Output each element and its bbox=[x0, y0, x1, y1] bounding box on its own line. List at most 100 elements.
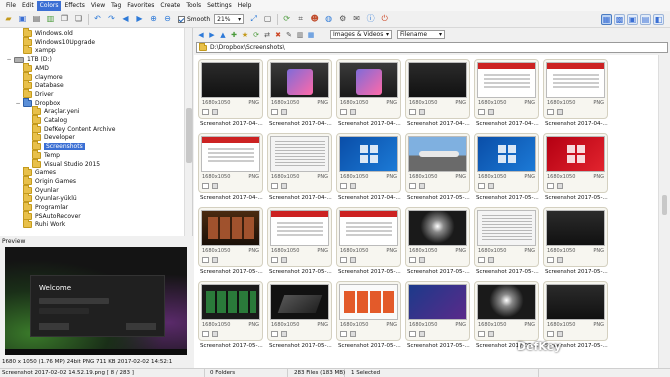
thumbnail-tile[interactable]: 1680x1050 PNG bbox=[543, 207, 608, 267]
image-view-icon[interactable]: ▣ bbox=[627, 14, 638, 25]
thumbnail-tile[interactable]: 1680x1050 PNG bbox=[405, 59, 470, 119]
globe-icon[interactable]: ◍ bbox=[323, 14, 334, 25]
zoom-select[interactable]: 21% ▾ bbox=[214, 14, 245, 24]
thumbnail-tile[interactable]: 1680x1050 PNG bbox=[543, 59, 608, 119]
thumbnail-tile[interactable]: 1680x1050 PNG bbox=[198, 281, 263, 341]
tree-item[interactable]: Games bbox=[15, 167, 56, 177]
email-icon[interactable]: ✉ bbox=[351, 14, 362, 25]
thumbnail-tile[interactable]: 1680x1050 PNG bbox=[267, 281, 332, 341]
tree-item[interactable]: Oyunlar bbox=[15, 184, 59, 195]
collapse-icon[interactable]: − bbox=[15, 100, 21, 107]
forward-icon[interactable]: ▶ bbox=[208, 31, 216, 39]
thumbnail-tile[interactable]: 1680x1050 PNG bbox=[474, 133, 539, 193]
thumbnail-tile[interactable]: 1680x1050 PNG bbox=[474, 59, 539, 119]
menu-edit[interactable]: Edit bbox=[19, 1, 37, 11]
back-icon[interactable]: ◀ bbox=[197, 31, 205, 39]
thumbnail-tile[interactable]: 1680x1050 PNG bbox=[336, 133, 401, 193]
grid-scrollbar-thumb[interactable] bbox=[662, 195, 667, 215]
thumbnail-tile[interactable]: 1680x1050 PNG bbox=[405, 133, 470, 193]
smooth-checkbox[interactable] bbox=[178, 15, 185, 23]
thumbnail-tile[interactable]: 1680x1050 PNG bbox=[405, 281, 470, 341]
menu-tag[interactable]: Tag bbox=[108, 1, 124, 11]
thumbnail-tile[interactable]: 1680x1050 PNG bbox=[405, 207, 470, 267]
tree-scrollbar-thumb[interactable] bbox=[186, 108, 192, 163]
paste-icon[interactable]: ❏ bbox=[73, 14, 84, 25]
batch-icon[interactable]: ▥ bbox=[296, 31, 304, 39]
thumbnail-tile[interactable]: 1680x1050 PNG bbox=[267, 133, 332, 193]
chevron-down-icon: ▾ bbox=[385, 31, 389, 38]
menu-effects[interactable]: Effects bbox=[61, 1, 87, 11]
rename-icon[interactable]: ✎ bbox=[285, 31, 293, 39]
thumbnail-tile[interactable]: 1680x1050 PNG bbox=[336, 59, 401, 119]
thumbnail-meta: 1680x1050 PNG bbox=[409, 174, 466, 181]
thumbnail-tile[interactable]: 1680x1050 PNG bbox=[474, 281, 539, 341]
tree-item[interactable]: Ruhi Work bbox=[15, 219, 65, 229]
up-icon[interactable]: ▲ bbox=[219, 31, 227, 39]
move-icon[interactable]: ⇄ bbox=[263, 31, 271, 39]
previous-icon[interactable]: ◀ bbox=[120, 14, 131, 25]
path-bar[interactable]: D:\Dropbox\Screenshots\ bbox=[196, 42, 668, 53]
thumbnail-tile[interactable]: 1680x1050 PNG bbox=[267, 59, 332, 119]
thumbnail-caption: Screenshot 2017-04-... bbox=[407, 121, 470, 127]
thumbnail-tile[interactable]: 1680x1050 PNG bbox=[198, 133, 263, 193]
favorite-icon[interactable]: ★ bbox=[241, 31, 249, 39]
exit-icon[interactable]: ⏻ bbox=[379, 14, 390, 25]
menu-view[interactable]: View bbox=[88, 1, 108, 11]
menu-colors[interactable]: Colors bbox=[36, 0, 62, 11]
save-icon[interactable]: ▣ bbox=[17, 14, 28, 25]
scan-icon[interactable]: ▥ bbox=[45, 14, 56, 25]
refresh-icon[interactable]: ⟳ bbox=[252, 31, 260, 39]
next-icon[interactable]: ▶ bbox=[134, 14, 145, 25]
thumbnail-view-icon[interactable]: ▩ bbox=[614, 14, 625, 25]
print-icon[interactable]: ▤ bbox=[31, 14, 42, 25]
tree-item-label: Programlar bbox=[35, 204, 69, 211]
thumbnail-tile[interactable]: 1680x1050 PNG bbox=[336, 207, 401, 267]
thumbnail-tile[interactable]: 1680x1050 PNG bbox=[198, 207, 263, 267]
menu-help[interactable]: Help bbox=[235, 1, 255, 11]
sort-select[interactable]: Filename ▾ bbox=[397, 30, 445, 39]
tree-item[interactable]: Catalog bbox=[24, 115, 67, 125]
fullscreen-icon[interactable]: ▢ bbox=[262, 14, 273, 25]
slideshow-icon[interactable]: ▤ bbox=[640, 14, 651, 25]
zoom-out-icon[interactable]: ⊖ bbox=[162, 14, 173, 25]
open-icon[interactable]: ▰ bbox=[3, 14, 14, 25]
tree-item[interactable]: Driver bbox=[15, 88, 53, 99]
view-options-icon[interactable]: ▦ bbox=[307, 31, 315, 39]
crop-icon[interactable]: ⌗ bbox=[295, 14, 306, 25]
smooth-toggle[interactable]: Smooth bbox=[178, 15, 210, 23]
fit-icon[interactable]: ⤢ bbox=[248, 14, 259, 25]
delete-icon[interactable]: ✖ bbox=[274, 31, 282, 39]
tree-item[interactable]: xampp bbox=[15, 45, 56, 55]
rotate-right-icon[interactable]: ↷ bbox=[106, 14, 117, 25]
collapse-icon[interactable]: − bbox=[6, 56, 12, 63]
layout-icon[interactable]: ◧ bbox=[653, 14, 664, 25]
zoom-in-icon[interactable]: ⊕ bbox=[148, 14, 159, 25]
rotate-icon[interactable]: ⟳ bbox=[281, 14, 292, 25]
menu-file[interactable]: File bbox=[3, 1, 19, 11]
thumbnail-tile[interactable]: 1680x1050 PNG bbox=[474, 207, 539, 267]
thumbnail-meta: 1680x1050 PNG bbox=[340, 100, 397, 107]
menu-favorites[interactable]: Favorites bbox=[124, 1, 157, 11]
thumbnail-tile[interactable]: 1680x1050 PNG bbox=[267, 207, 332, 267]
thumbnail-tile[interactable]: 1680x1050 PNG bbox=[543, 281, 608, 341]
menu-settings[interactable]: Settings bbox=[204, 1, 235, 11]
grid-scrollbar[interactable] bbox=[658, 55, 670, 368]
person-icon[interactable]: ☻ bbox=[309, 14, 320, 25]
settings-icon[interactable]: ⚙ bbox=[337, 14, 348, 25]
copy-icon[interactable]: ❐ bbox=[59, 14, 70, 25]
thumbnail-tile[interactable]: 1680x1050 PNG bbox=[198, 59, 263, 119]
thumbnail-tile[interactable]: 1680x1050 PNG bbox=[543, 133, 608, 193]
menu-tools[interactable]: Tools bbox=[183, 1, 204, 11]
filter-select[interactable]: Images & Videos ▾ bbox=[330, 30, 392, 39]
tree-scrollbar[interactable] bbox=[184, 28, 192, 236]
tree-item[interactable]: Visual Studio 2015 bbox=[24, 158, 100, 169]
tree-item[interactable]: AMD bbox=[15, 62, 49, 73]
info-icon[interactable]: ⓘ bbox=[365, 14, 376, 25]
rotate-left-icon[interactable]: ↶ bbox=[92, 14, 103, 25]
tree-item[interactable]: Temp bbox=[24, 149, 60, 160]
menu-create[interactable]: Create bbox=[157, 1, 183, 11]
path-text: D:\Dropbox\Screenshots\ bbox=[210, 44, 285, 51]
thumbnail-tile[interactable]: 1680x1050 PNG bbox=[336, 281, 401, 341]
browser-view-icon[interactable]: ▦ bbox=[601, 14, 612, 25]
add-folder-icon[interactable]: ✚ bbox=[230, 31, 238, 39]
